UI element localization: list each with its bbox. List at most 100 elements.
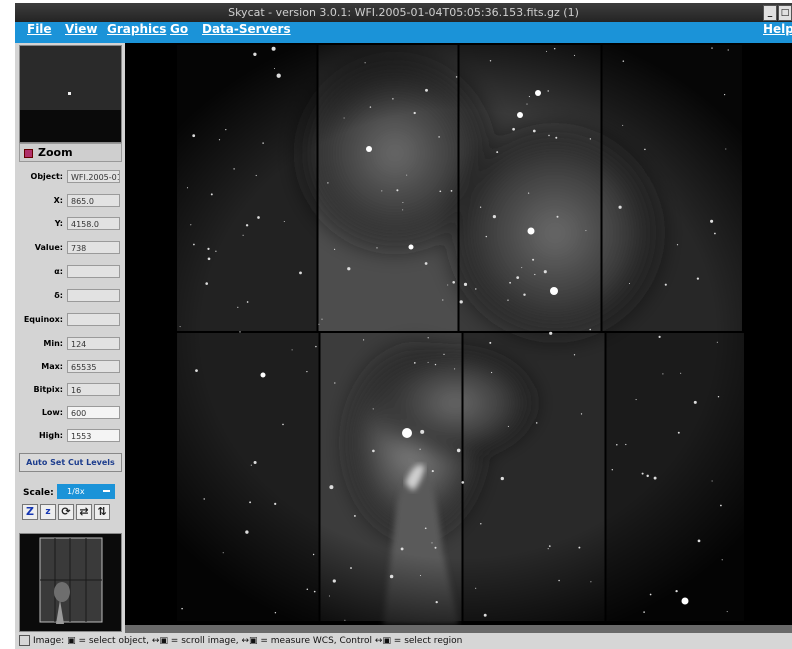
image-display[interactable]	[125, 43, 792, 625]
bright-star	[527, 227, 535, 235]
zoom-indicator-icon	[24, 148, 33, 158]
star	[676, 244, 679, 246]
min-row: Min: 124	[15, 336, 125, 352]
star	[215, 250, 217, 252]
star	[431, 470, 434, 473]
star	[400, 547, 404, 551]
star	[721, 559, 723, 561]
menu-help[interactable]: Help	[763, 22, 792, 36]
star	[649, 593, 652, 596]
alpha-field	[67, 265, 120, 278]
star	[548, 545, 551, 547]
star	[253, 460, 257, 465]
high-input[interactable]: 1553	[67, 429, 120, 442]
star	[246, 301, 249, 303]
star	[492, 215, 496, 219]
star	[419, 574, 422, 577]
star	[643, 611, 645, 613]
star	[489, 60, 492, 62]
star	[372, 449, 375, 453]
zoom-in-button[interactable]: Z	[22, 504, 38, 520]
star	[249, 501, 252, 504]
horizontal-scrollbar[interactable]	[125, 625, 792, 633]
star	[190, 224, 192, 226]
star	[535, 422, 538, 424]
star	[662, 373, 664, 375]
star	[589, 328, 591, 331]
star	[611, 469, 613, 471]
star	[239, 331, 241, 333]
scale-label: Scale:	[23, 488, 54, 498]
star	[512, 127, 515, 131]
star	[454, 368, 456, 370]
menu-data-servers[interactable]: Data-Servers	[202, 22, 291, 36]
maximize-button[interactable]: □	[778, 5, 792, 21]
star	[413, 362, 416, 364]
star	[225, 129, 227, 131]
star	[233, 168, 235, 170]
zoom-window[interactable]	[19, 45, 122, 143]
delta-field	[67, 289, 120, 302]
star	[720, 504, 722, 507]
star	[697, 539, 701, 543]
star	[547, 548, 549, 550]
x-row: X: 865.0	[15, 193, 125, 209]
bright-star	[402, 428, 412, 438]
star	[222, 552, 224, 554]
star	[507, 299, 509, 301]
star	[181, 607, 183, 610]
zoom-out-button[interactable]: z	[40, 504, 56, 520]
star	[590, 581, 592, 583]
bright-star	[535, 90, 541, 96]
star	[509, 281, 511, 284]
flip-y-button[interactable]: ⇅	[94, 504, 110, 520]
delta-label: δ:	[54, 291, 63, 300]
star	[725, 148, 727, 150]
star	[711, 47, 713, 49]
star	[696, 277, 700, 280]
star	[545, 50, 548, 52]
star	[306, 588, 309, 591]
panner-window[interactable]	[19, 533, 122, 632]
star	[489, 341, 492, 344]
minimize-button[interactable]: _	[763, 5, 777, 21]
equinox-row: Equinox:	[15, 312, 125, 328]
menu-file[interactable]: File	[27, 22, 52, 36]
star	[193, 243, 195, 246]
value-label: Value:	[34, 243, 63, 252]
fits-image	[125, 43, 792, 625]
star	[381, 190, 383, 192]
star	[475, 587, 477, 589]
bright-star	[681, 597, 689, 605]
star	[315, 345, 317, 348]
bright-star	[517, 112, 523, 118]
star	[332, 579, 336, 583]
star	[461, 481, 465, 484]
star	[549, 331, 553, 335]
star	[727, 49, 729, 51]
star	[455, 76, 458, 78]
auto-set-cut-levels-button[interactable]: Auto Set Cut Levels	[19, 453, 122, 472]
star	[420, 429, 425, 434]
star	[475, 288, 477, 290]
star	[521, 267, 523, 269]
low-row: Low: 600	[15, 405, 125, 421]
star	[291, 349, 293, 351]
image-mode-icon	[19, 635, 30, 646]
max-row: Max: 65535	[15, 359, 125, 375]
menu-graphics[interactable]: Graphics	[107, 22, 166, 36]
object-label: Object:	[30, 172, 63, 181]
menu-go[interactable]: Go	[170, 22, 188, 36]
zoom-toggle-button[interactable]: Zoom	[19, 143, 122, 162]
rotate-button[interactable]: ⟳	[58, 504, 74, 520]
star	[543, 270, 547, 274]
star	[556, 215, 559, 218]
menu-view[interactable]: View	[65, 22, 97, 36]
scale-select[interactable]: 1/8x	[57, 484, 115, 499]
star	[618, 205, 622, 209]
low-label: Low:	[41, 408, 63, 417]
star	[653, 476, 657, 480]
star	[205, 282, 208, 285]
low-input[interactable]: 600	[67, 406, 120, 419]
flip-x-button[interactable]: ⇄	[76, 504, 92, 520]
